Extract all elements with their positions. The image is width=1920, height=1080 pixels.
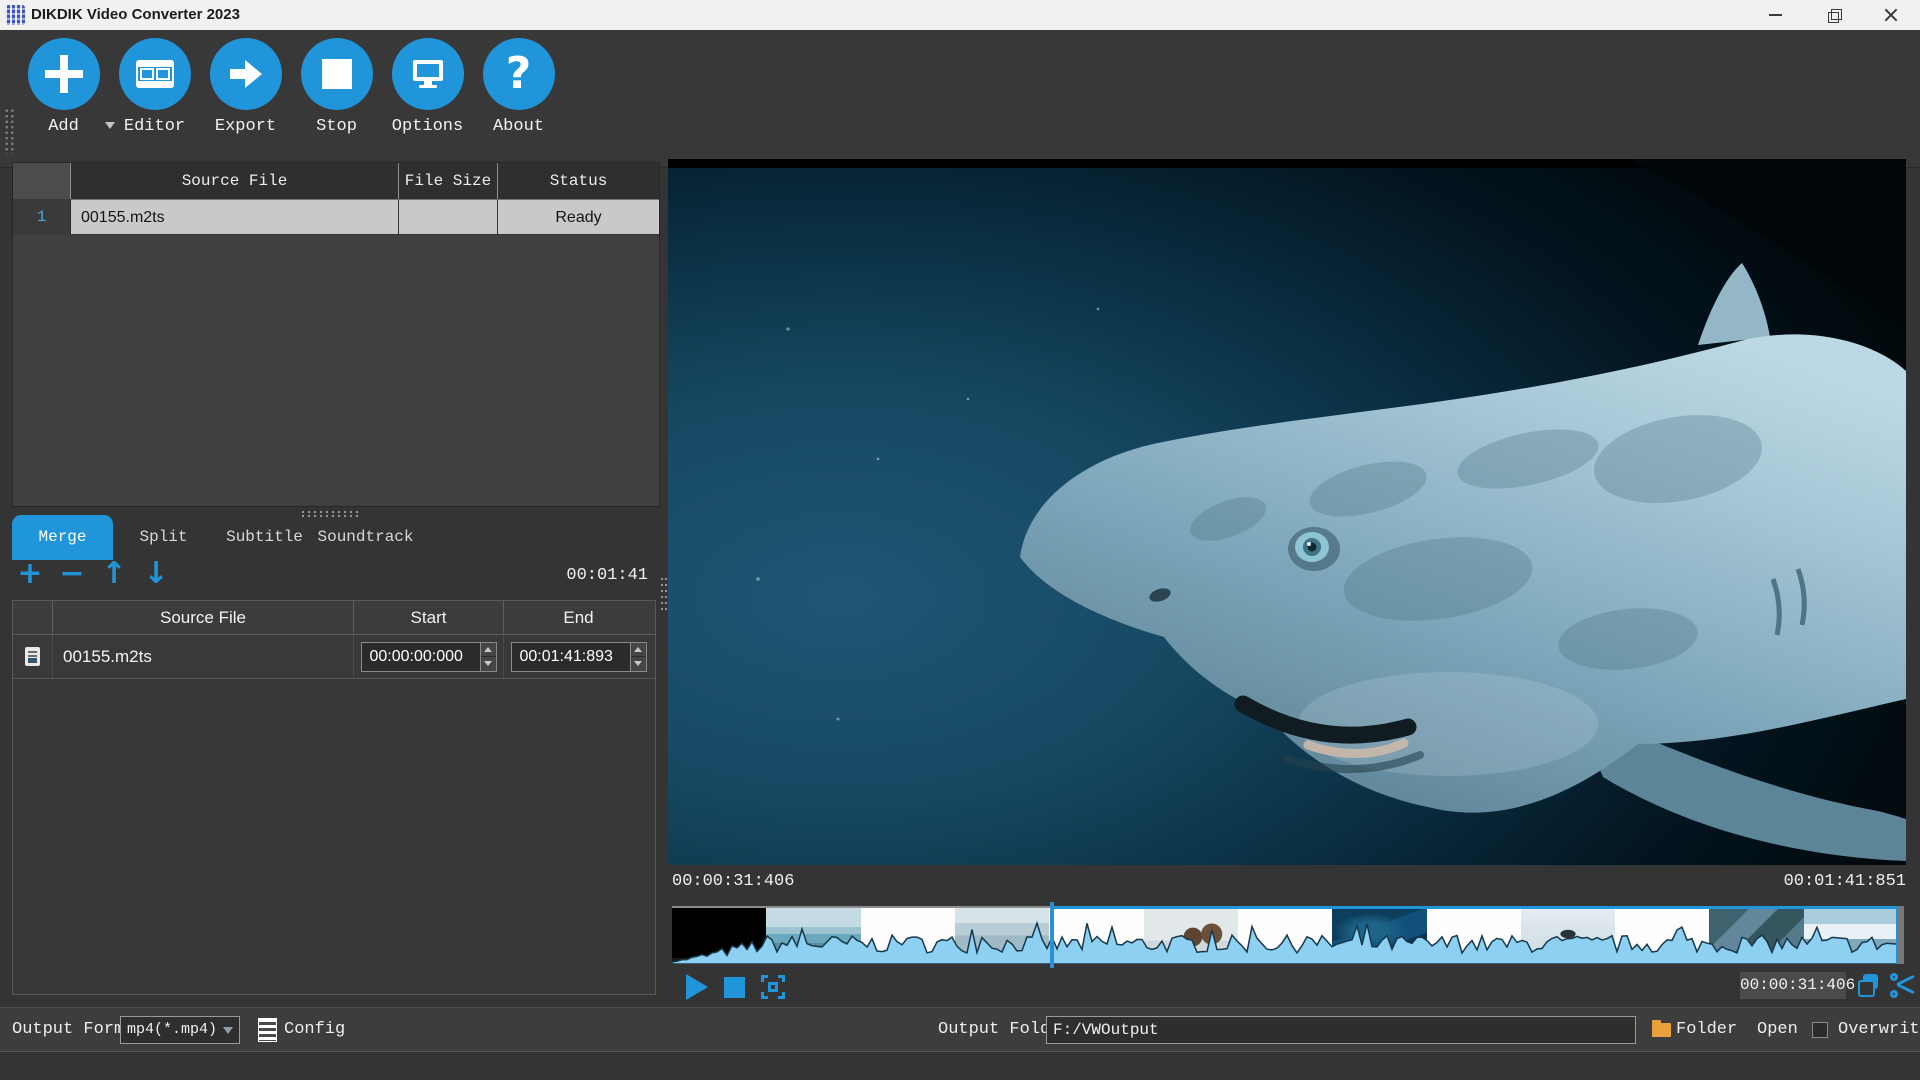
timeline-end-time: 00:01:41:851 bbox=[1783, 872, 1906, 891]
merge-header-start: Start bbox=[354, 601, 504, 634]
close-button[interactable] bbox=[1862, 0, 1920, 30]
timeline-end-bar bbox=[1898, 906, 1904, 964]
plus-icon bbox=[44, 55, 83, 93]
output-folder-input[interactable] bbox=[1046, 1016, 1636, 1044]
start-spin-up-button[interactable] bbox=[480, 642, 496, 657]
chevron-down-icon bbox=[223, 1027, 233, 1039]
open-button[interactable]: Open bbox=[1757, 1008, 1798, 1052]
clip-tabs: Merge Split Subtitle Soundtrack bbox=[12, 515, 416, 560]
toolbar-grip-handle[interactable] bbox=[4, 108, 15, 154]
selection-range-end bbox=[1896, 906, 1898, 964]
spin-up-icon bbox=[484, 643, 492, 653]
playhead[interactable] bbox=[1049, 902, 1054, 968]
timeline-strip[interactable] bbox=[672, 902, 1898, 968]
output-format-select[interactable]: mp4(*.mp4) bbox=[120, 1016, 240, 1044]
title-bar: DIKDIK Video Converter 2023 bbox=[0, 0, 1920, 30]
clip-file-icon bbox=[25, 647, 40, 666]
export-button[interactable]: Export bbox=[200, 36, 291, 138]
merge-header-end: End bbox=[563, 608, 594, 627]
minimize-icon bbox=[1768, 14, 1782, 16]
row-source-file: 00155.m2ts bbox=[71, 199, 399, 235]
header-icon-cell bbox=[13, 601, 53, 634]
merge-clip-row[interactable]: 00155.m2ts 00:00:00:000 00:01:41:893 bbox=[13, 635, 655, 679]
toolbar-buttons: Add Editor Export Stop Options ? About bbox=[18, 36, 564, 138]
arrow-right-icon bbox=[229, 60, 262, 88]
clip-source-file: 00155.m2ts bbox=[53, 635, 354, 678]
window-title: DIKDIK Video Converter 2023 bbox=[31, 6, 240, 23]
spin-down-icon bbox=[484, 660, 492, 670]
merge-clip-table: Source File Start End 00155.m2ts 00:00:0… bbox=[12, 600, 656, 995]
source-file-table: Source File File Size Status 1 00155.m2t… bbox=[12, 162, 660, 507]
header-corner-cell bbox=[13, 163, 71, 199]
window-controls bbox=[1746, 0, 1920, 30]
close-icon bbox=[1884, 8, 1898, 22]
end-spin-down-button[interactable] bbox=[630, 657, 646, 671]
minimize-button[interactable] bbox=[1746, 0, 1804, 30]
row-file-size bbox=[399, 199, 498, 235]
folder-icon[interactable] bbox=[1652, 1020, 1671, 1037]
snapshot-icon[interactable] bbox=[1858, 974, 1880, 997]
fullscreen-button[interactable] bbox=[759, 973, 787, 1001]
status-strip bbox=[0, 1051, 1920, 1080]
toolbar: Add Editor Export Stop Options ? About bbox=[0, 30, 1920, 168]
bottom-bar: Output Format mp4(*.mp4) Config Output F… bbox=[0, 1007, 1920, 1051]
tab-merge[interactable]: Merge bbox=[12, 515, 113, 560]
stop-icon bbox=[321, 59, 352, 89]
merge-table-header: Source File Start End bbox=[13, 601, 655, 635]
cut-icon[interactable] bbox=[1890, 972, 1916, 998]
editor-button[interactable]: Editor bbox=[109, 36, 200, 138]
video-preview[interactable] bbox=[668, 159, 1906, 865]
tab-subtitle[interactable]: Subtitle bbox=[214, 515, 315, 560]
maximize-button[interactable] bbox=[1804, 0, 1862, 30]
start-time-spinbox: 00:00:00:000 bbox=[360, 641, 497, 672]
tab-split[interactable]: Split bbox=[113, 515, 214, 560]
overwrite-label[interactable]: Overwrite bbox=[1838, 1008, 1920, 1052]
header-source-file: Source File bbox=[71, 163, 399, 199]
start-spin-down-button[interactable] bbox=[480, 657, 496, 671]
app-window: DIKDIK Video Converter 2023 Add Editor E… bbox=[0, 0, 1920, 1080]
film-icon bbox=[135, 60, 174, 88]
merge-header-source-file: Source File bbox=[53, 601, 354, 634]
monitor-icon bbox=[412, 60, 443, 88]
config-icon[interactable] bbox=[258, 1018, 277, 1042]
output-format-value: mp4(*.mp4) bbox=[127, 1021, 218, 1038]
transport-controls bbox=[686, 973, 787, 1001]
folder-button[interactable]: Folder bbox=[1676, 1008, 1737, 1052]
config-button[interactable]: Config bbox=[284, 1008, 345, 1052]
spin-down-icon bbox=[634, 660, 642, 670]
end-time-spinbox: 00:01:41:893 bbox=[510, 641, 647, 672]
tab-soundtrack[interactable]: Soundtrack bbox=[315, 515, 416, 560]
row-number: 1 bbox=[13, 199, 71, 235]
selection-range-line bbox=[1049, 906, 1898, 909]
audio-waveform bbox=[672, 920, 1898, 964]
table-row[interactable]: 1 00155.m2ts Ready bbox=[13, 199, 659, 235]
options-button[interactable]: Options bbox=[382, 36, 473, 138]
maximize-icon bbox=[1827, 8, 1842, 23]
row-status: Ready bbox=[498, 199, 659, 235]
source-file-table-header: Source File File Size Status bbox=[13, 163, 659, 199]
end-spin-up-button[interactable] bbox=[630, 642, 646, 657]
vertical-splitter-handle[interactable] bbox=[660, 576, 668, 610]
add-button[interactable]: Add bbox=[18, 36, 115, 138]
start-time-value[interactable]: 00:00:00:000 bbox=[362, 643, 480, 671]
overwrite-checkbox[interactable] bbox=[1812, 1022, 1828, 1038]
play-button[interactable] bbox=[686, 974, 708, 1000]
stop-button[interactable]: Stop bbox=[291, 36, 382, 138]
header-file-size: File Size bbox=[399, 163, 498, 199]
shark-video-frame bbox=[668, 159, 1906, 865]
about-button[interactable]: ? About bbox=[473, 36, 564, 138]
app-logo-icon bbox=[5, 5, 25, 25]
stop-playback-button[interactable] bbox=[724, 976, 745, 998]
header-status: Status bbox=[549, 172, 608, 190]
current-time-display: 00:00:31:406 bbox=[1740, 972, 1855, 999]
total-duration-label: 00:01:41 bbox=[566, 566, 648, 585]
spin-up-icon bbox=[634, 643, 642, 653]
end-time-value[interactable]: 00:01:41:893 bbox=[512, 643, 630, 671]
timeline-start-time: 00:00:31:406 bbox=[672, 872, 795, 891]
question-icon: ? bbox=[505, 48, 532, 99]
